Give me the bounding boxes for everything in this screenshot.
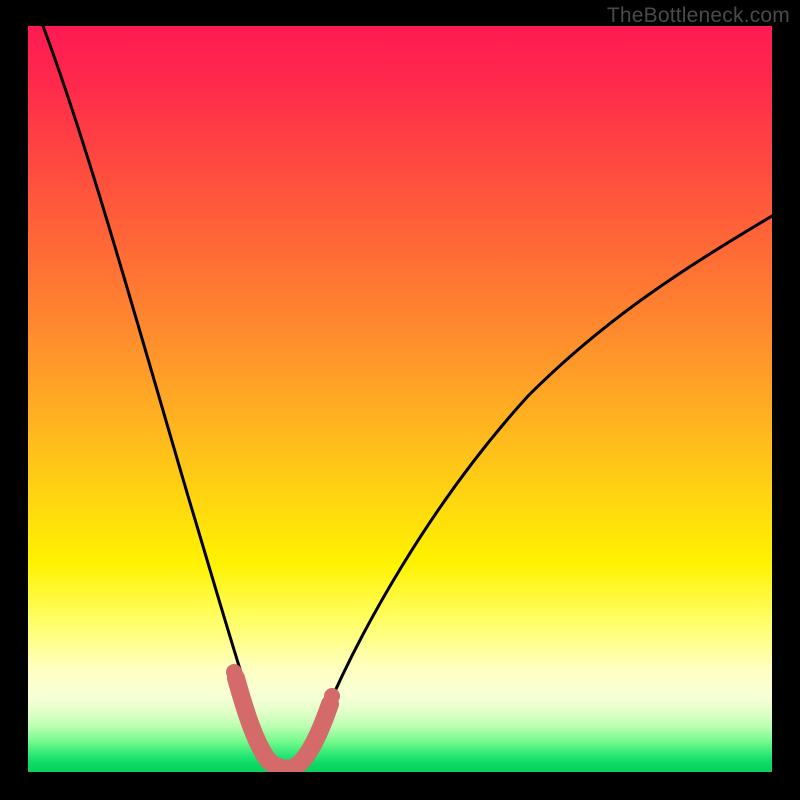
- bead-icon: [324, 688, 340, 704]
- bead-icon: [226, 664, 242, 680]
- highlight-segment: [236, 678, 330, 769]
- watermark-text: TheBottleneck.com: [607, 4, 790, 28]
- curve-layer: [28, 26, 772, 772]
- chart-frame: TheBottleneck.com: [0, 0, 800, 800]
- plot-area: [28, 26, 772, 772]
- bead-icon: [317, 711, 331, 725]
- bottleneck-curve: [43, 26, 772, 767]
- bead-icon: [235, 691, 249, 705]
